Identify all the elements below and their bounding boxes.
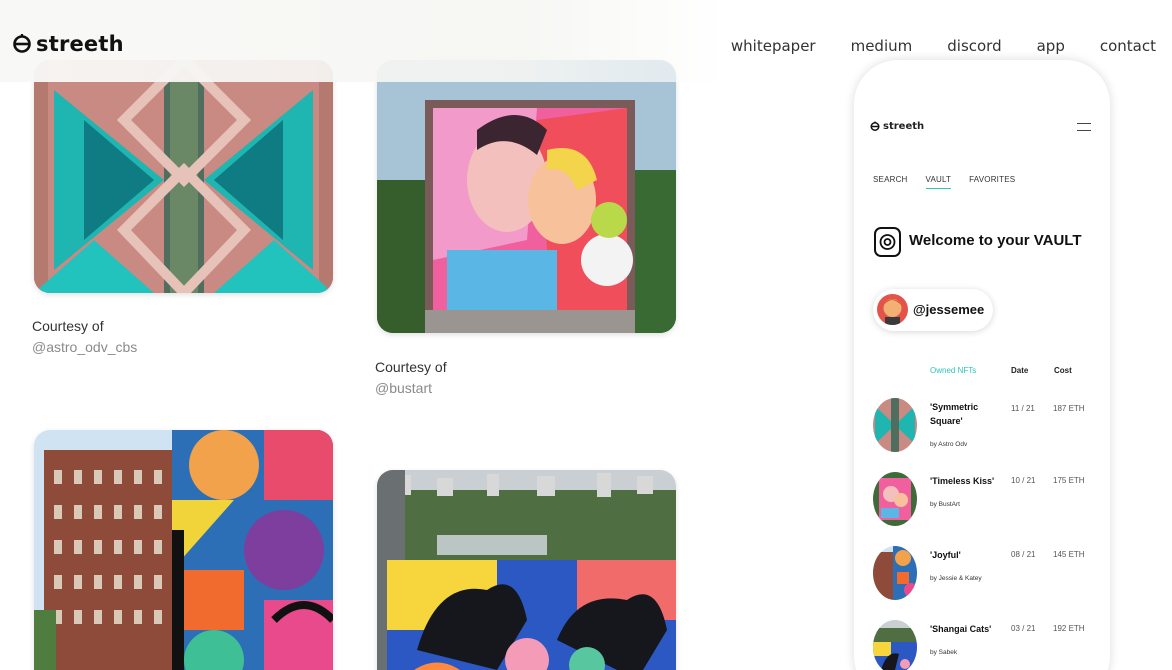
caption-card-1: Courtesy of @astro_odv_cbs — [32, 316, 137, 357]
nav-app[interactable]: app — [1037, 37, 1065, 55]
artwork-shangai-cats[interactable] — [377, 470, 676, 670]
nft-date: 10 / 21 — [1011, 476, 1036, 485]
nft-thumb-symmetric-square[interactable] — [873, 398, 917, 452]
avatar — [877, 294, 908, 325]
user-chip[interactable]: @jessemee — [873, 289, 993, 331]
artwork-symmetric-square[interactable] — [34, 60, 333, 293]
phone-logo-text: streeth — [883, 121, 925, 132]
nft-artist: by BustArt — [930, 501, 960, 508]
courtesy-label: Courtesy of — [32, 318, 104, 334]
col-date[interactable]: Date — [1011, 366, 1028, 375]
nft-thumb-timeless-kiss[interactable] — [873, 472, 917, 526]
nft-cost: 192 ETH — [1053, 624, 1085, 633]
tab-favorites[interactable]: FAVORITES — [969, 175, 1015, 189]
artwork-image — [377, 470, 676, 670]
tab-search[interactable]: SEARCH — [873, 175, 908, 189]
col-owned-nfts[interactable]: Owned NFTs — [930, 366, 976, 375]
streeth-logo-icon — [870, 121, 880, 131]
courtesy-label: Courtesy of — [375, 359, 447, 375]
tab-vault[interactable]: VAULT — [925, 175, 952, 189]
caption-card-2: Courtesy of @bustart — [375, 357, 447, 398]
nft-title[interactable]: 'Shangai Cats' — [930, 622, 1010, 636]
hamburger-menu-icon[interactable] — [1077, 123, 1091, 131]
site-header: streeth whitepaper medium discord app co… — [0, 0, 1172, 82]
streeth-logo-icon — [13, 34, 31, 53]
phone-logo[interactable]: streeth — [870, 121, 924, 132]
nft-date: 11 / 21 — [1011, 404, 1035, 413]
vault-welcome-title: Welcome to your VAULT — [909, 232, 1082, 249]
user-handle: @jessemee — [913, 302, 985, 317]
nft-title[interactable]: 'Symmetric Square' — [930, 400, 990, 428]
main-nav: whitepaper medium discord app contact — [731, 37, 1156, 55]
nft-artist: by Jessie & Katey — [930, 575, 982, 582]
artist-handle[interactable]: @astro_odv_cbs — [32, 337, 137, 357]
nft-date: 03 / 21 — [1011, 624, 1036, 633]
logo[interactable]: streeth — [12, 32, 124, 56]
nft-cost: 145 ETH — [1053, 550, 1085, 559]
nft-thumb-joyful[interactable] — [873, 546, 917, 600]
nft-title[interactable]: 'Timeless Kiss' — [930, 474, 1010, 488]
nft-cost: 187 ETH — [1053, 404, 1085, 413]
artwork-timeless-kiss[interactable] — [377, 60, 676, 333]
artwork-image — [34, 430, 333, 670]
phone-tabs: SEARCH VAULT FAVORITES — [873, 175, 1015, 189]
artwork-joyful[interactable] — [34, 430, 333, 670]
vault-icon — [874, 227, 901, 257]
artwork-image — [34, 60, 333, 293]
col-cost[interactable]: Cost — [1054, 366, 1072, 375]
nft-artist: by Astro Odv — [930, 441, 968, 448]
nav-whitepaper[interactable]: whitepaper — [731, 37, 816, 55]
logo-text: streeth — [36, 32, 124, 56]
nav-contact[interactable]: contact — [1100, 37, 1156, 55]
artist-handle[interactable]: @bustart — [375, 378, 447, 398]
nav-discord[interactable]: discord — [947, 37, 1001, 55]
nft-cost: 175 ETH — [1053, 476, 1085, 485]
artwork-image — [377, 60, 676, 333]
nft-title[interactable]: 'Joyful' — [930, 548, 990, 562]
vault-dial-icon — [879, 234, 896, 250]
nft-date: 08 / 21 — [1011, 550, 1036, 559]
nft-thumb-shangai-cats[interactable] — [873, 620, 917, 670]
nav-medium[interactable]: medium — [851, 37, 913, 55]
nft-artist: by Sabek — [930, 649, 958, 656]
